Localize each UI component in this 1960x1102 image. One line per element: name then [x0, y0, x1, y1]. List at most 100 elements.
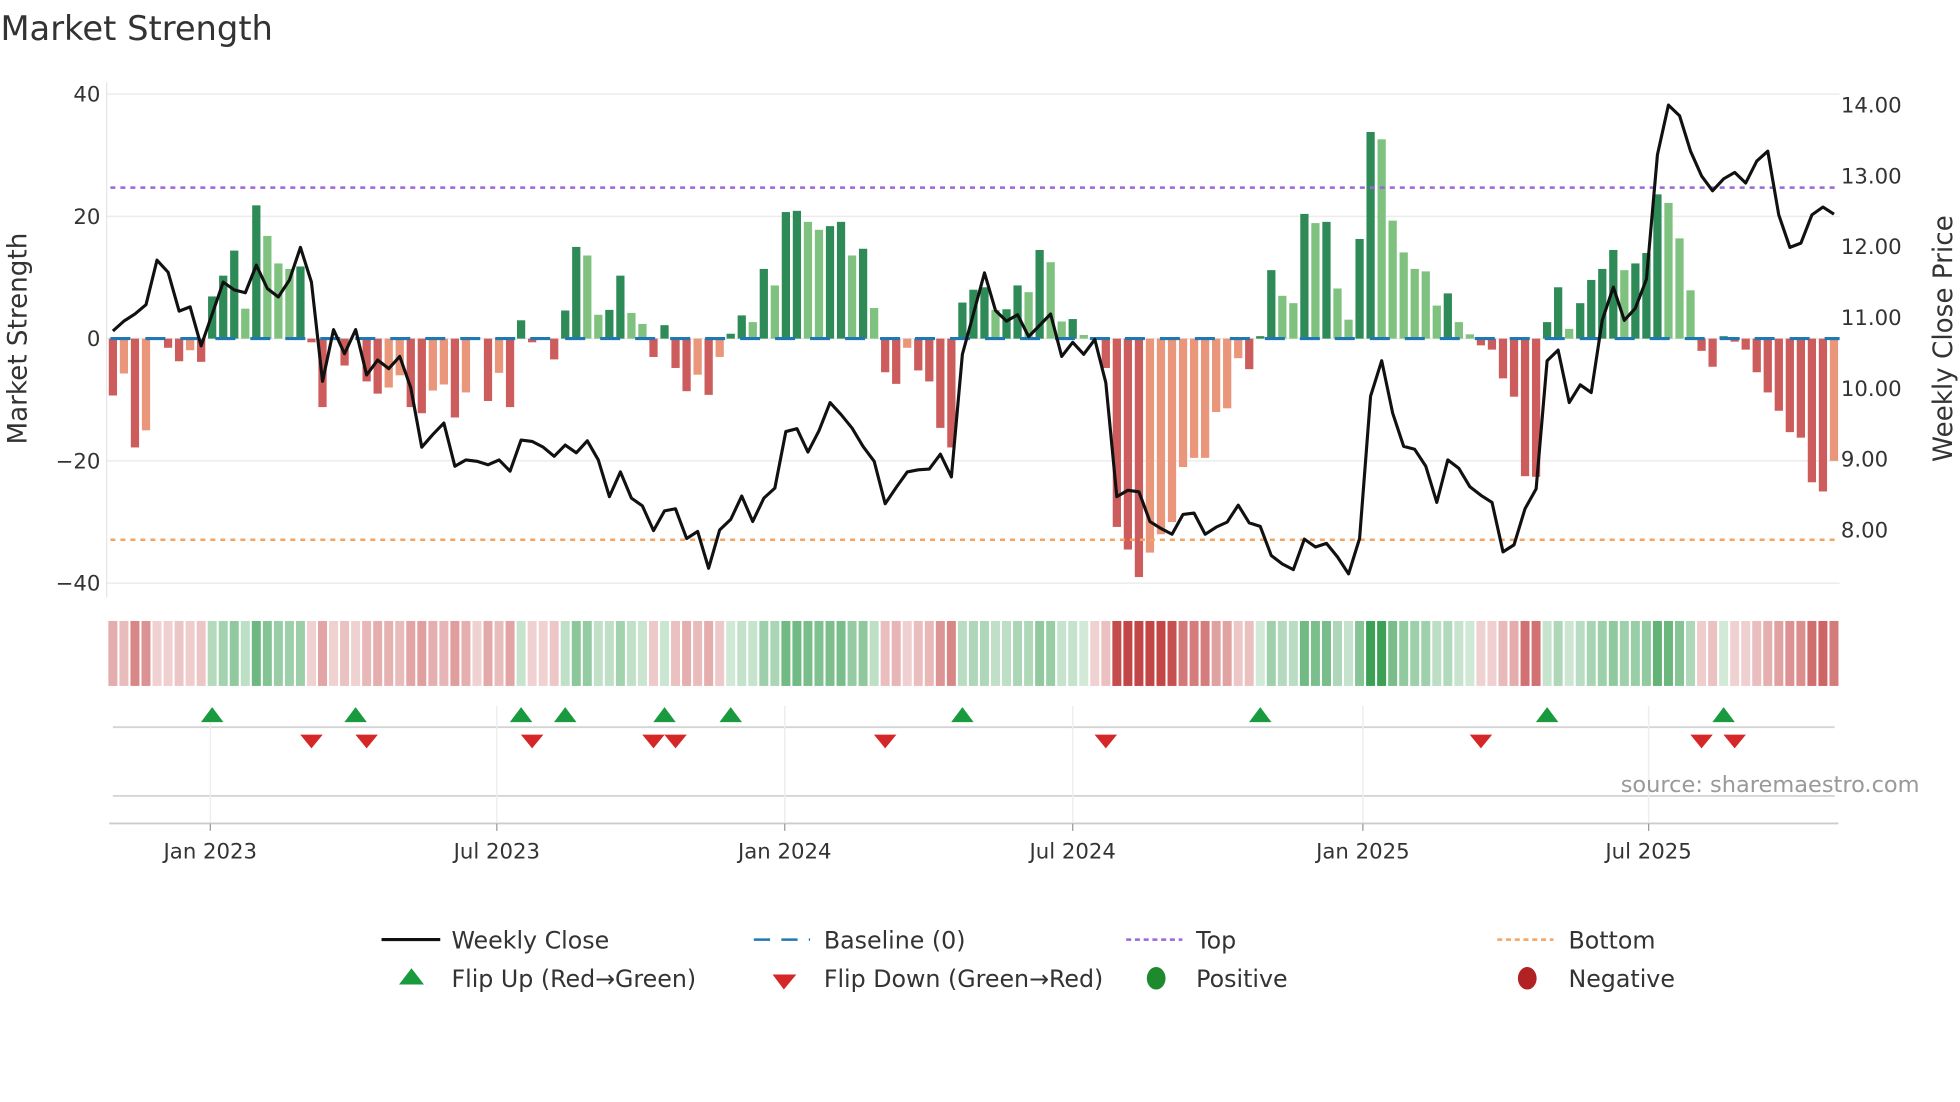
right-axis-label: Weekly Close Price [1929, 215, 1959, 462]
strength-bar [792, 210, 802, 339]
strength-bar [185, 338, 195, 351]
strip-cell [152, 620, 162, 686]
strip-cell [1200, 620, 1210, 686]
strength-bar [230, 250, 239, 339]
strength-bar [847, 255, 857, 339]
strip-cell [836, 620, 846, 686]
strip-cell [329, 620, 339, 686]
strip-cell [615, 620, 625, 686]
y2-tick-label: 14.00 [1841, 94, 1902, 119]
strip-cell [770, 620, 780, 686]
flip-down-triangle-icon [772, 974, 797, 990]
strip-cell [130, 620, 140, 686]
strip-cell [1774, 620, 1784, 686]
strip-cell [902, 620, 912, 686]
flip-down-marker [642, 734, 665, 749]
strength-bar [241, 308, 250, 339]
strength-bar [1686, 290, 1695, 339]
flip-up-marker [1249, 707, 1272, 723]
strength-bar [1112, 338, 1121, 527]
strength-bar [1322, 221, 1331, 339]
lower-panel-grid [109, 705, 1839, 825]
strip-cell [560, 620, 570, 686]
strength-bar [307, 338, 316, 343]
strength-bar [1344, 319, 1353, 339]
strip-cell [251, 620, 261, 686]
strip-cell [395, 620, 405, 686]
strength-bar [1200, 338, 1210, 458]
flip-down-marker [355, 734, 378, 749]
strength-bar [781, 212, 790, 339]
strip-cell [1233, 620, 1243, 686]
strip-cell [1134, 620, 1144, 686]
y2-tick-label: 10.00 [1841, 377, 1902, 402]
strip-cell [1299, 620, 1309, 686]
strip-cell [1366, 620, 1376, 686]
strip-cell [1531, 620, 1541, 686]
x-tick-label: Jul 2025 [1603, 839, 1691, 864]
y-tick-label: 40 [73, 83, 100, 108]
strength-bar [1432, 305, 1441, 339]
strength-bar [936, 338, 945, 428]
strip-cell [682, 620, 692, 686]
strip-cell [648, 620, 658, 686]
strip-cell [1167, 620, 1177, 686]
strength-bar [1245, 338, 1254, 370]
strip-cell [1564, 620, 1574, 686]
strength-bar [1267, 270, 1276, 339]
flip-up-marker [719, 707, 742, 723]
strip-cell [582, 620, 592, 686]
strength-bar [1223, 338, 1232, 409]
strip-cell [1619, 620, 1629, 686]
strength-bar [450, 338, 460, 418]
strip-cell [1608, 620, 1618, 686]
strength-bar [1741, 338, 1750, 350]
y-tick-label: 20 [73, 205, 100, 230]
strip-cell [240, 620, 250, 686]
strip-cell [527, 620, 537, 686]
strip-cell [1752, 620, 1762, 686]
strip-cell [549, 620, 559, 686]
strip-cell [1333, 620, 1342, 686]
strip-cell [406, 620, 416, 686]
strength-bar [1697, 338, 1706, 351]
strip-cell [715, 620, 725, 686]
legend-weekly-close: Weekly Close [451, 926, 609, 954]
strip-cell [1641, 620, 1651, 686]
strength-bar [417, 338, 426, 414]
strip-cell [704, 620, 714, 686]
strip-cell [1112, 620, 1122, 686]
strip-cell [814, 620, 824, 686]
strip-cell [1123, 620, 1133, 686]
strip-cell [417, 620, 427, 686]
strength-bar [914, 338, 923, 371]
strip-cell [1454, 620, 1464, 686]
strip-cell [1355, 620, 1365, 686]
strength-bar [1167, 338, 1177, 523]
strip-cell [229, 620, 239, 686]
flip-down-marker [300, 734, 323, 749]
strength-bar [903, 338, 912, 348]
chart-title: Market Strength [0, 9, 272, 48]
strip-cell [737, 620, 747, 686]
strength-bar [1664, 202, 1673, 339]
strip-cell [693, 620, 703, 686]
flip-down-marker [520, 734, 544, 749]
strength-bar [1653, 194, 1662, 339]
strip-cell [1520, 620, 1530, 686]
strip-cell [1244, 620, 1254, 686]
flip-up-triangle-icon [399, 968, 425, 985]
flip-down-marker [664, 734, 687, 749]
strip-cell [1818, 620, 1828, 686]
strength-bar [1554, 287, 1563, 339]
strip-cell [207, 620, 217, 686]
strip-cell [1057, 620, 1067, 686]
strength-bar [1752, 338, 1761, 373]
strength-bar [627, 312, 636, 339]
strength-bar [1774, 338, 1783, 411]
strip-cell [1211, 620, 1221, 686]
strip-cell [748, 620, 758, 686]
x-tick-label: Jul 2024 [1028, 839, 1116, 864]
strength-bar [1509, 338, 1519, 397]
flip-up-marker [1712, 707, 1735, 723]
